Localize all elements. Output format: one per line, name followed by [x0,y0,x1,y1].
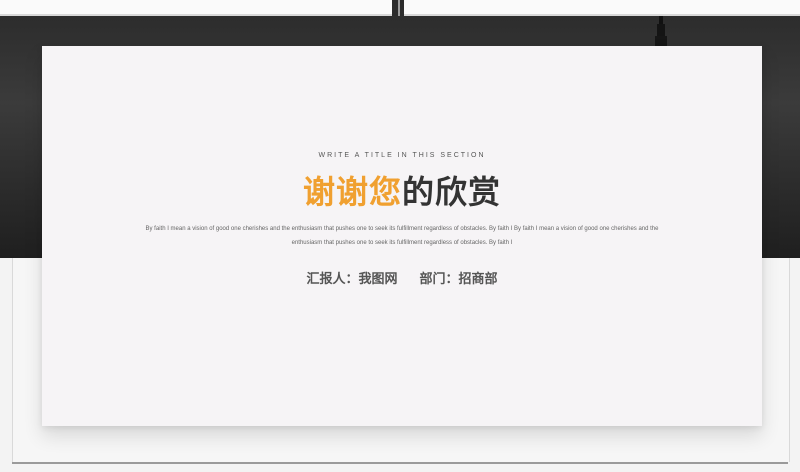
title-accent-text: 谢谢您 [302,173,402,211]
previous-slide-thumbnail-left[interactable] [0,0,392,16]
department-label: 部门：招商部 [419,272,498,287]
presenter-info: 汇报人：我图网 部门：招商部 [42,268,762,287]
reporter-label: 汇报人：我图网 [306,272,398,287]
section-eyebrow: WRITE A TITLE IN THIS SECTION [318,152,486,159]
slide-divider [398,0,400,16]
previous-slide-thumbnail-right[interactable] [404,0,800,16]
main-slide-card: WRITE A TITLE IN THIS SECTION 谢谢您的欣赏 By … [42,46,762,426]
slide-title: 谢谢您的欣赏 [42,172,762,212]
title-rest-text: 的欣赏 [402,173,502,211]
bottom-divider-line [12,462,788,464]
body-paragraph: By faith I mean a vision of good one che… [145,226,659,246]
slide-canvas: WRITE A TITLE IN THIS SECTION 谢谢您的欣赏 By … [0,0,800,472]
